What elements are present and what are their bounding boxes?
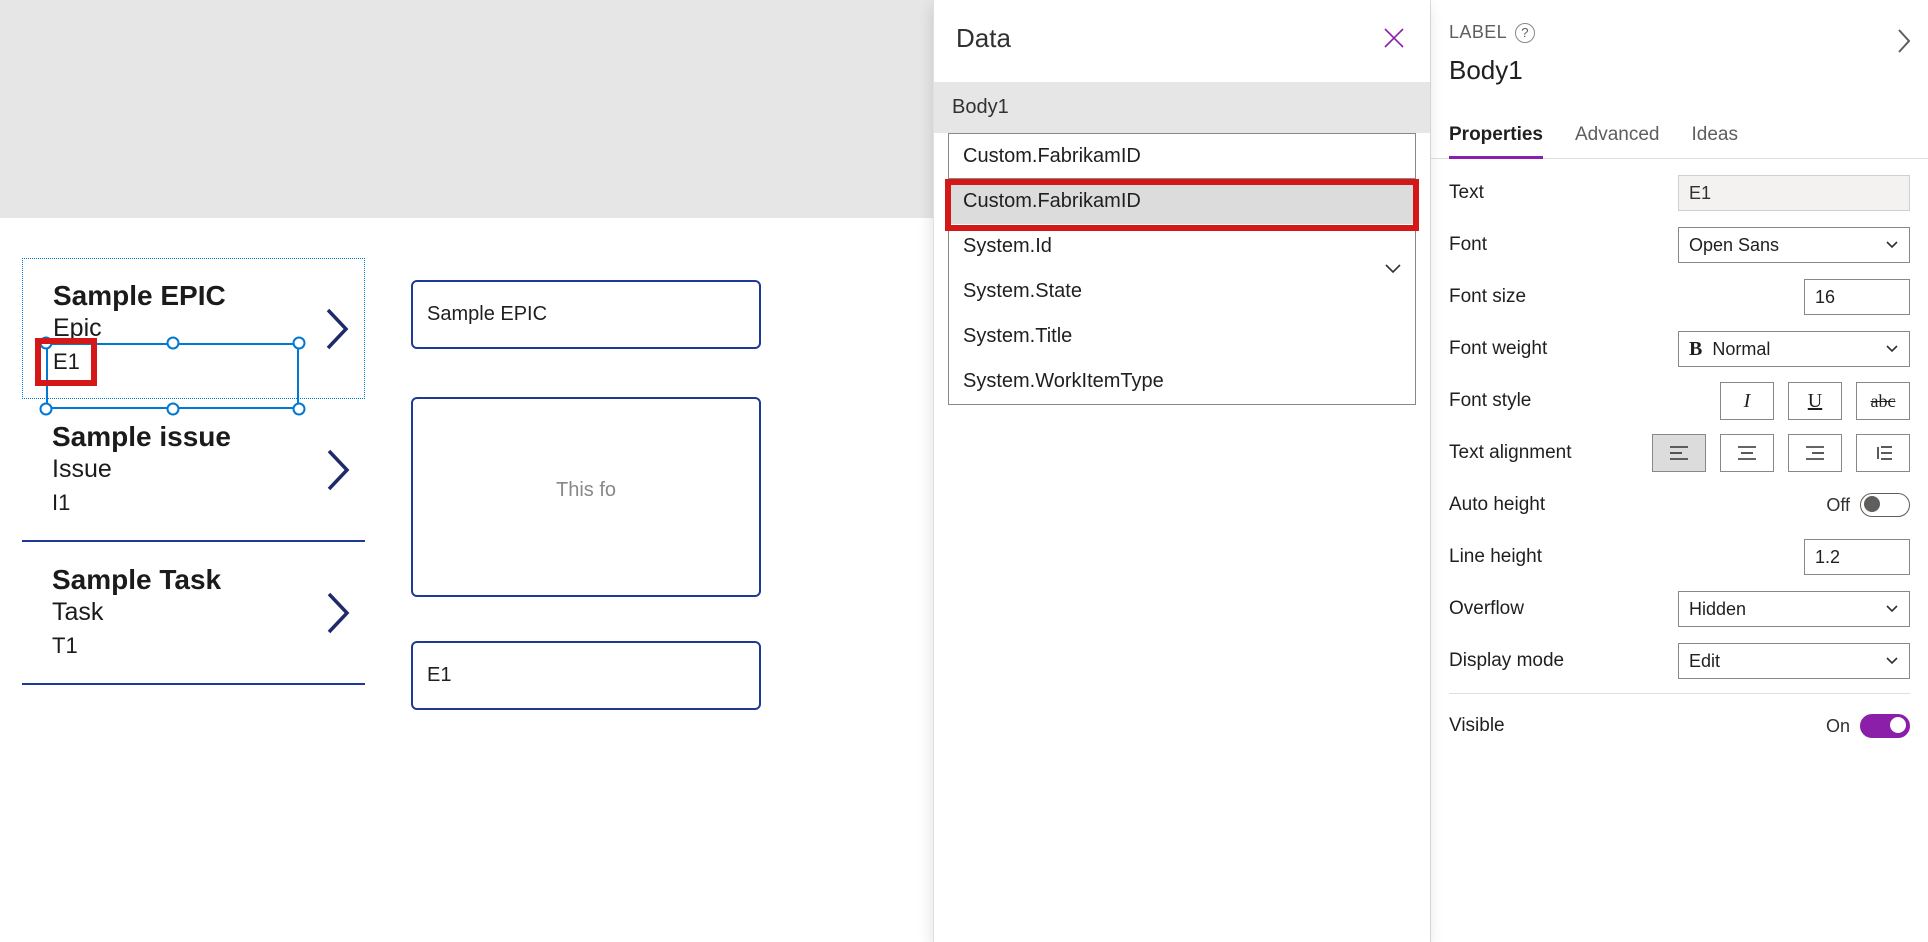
- fontweight-select[interactable]: B Normal: [1678, 331, 1910, 367]
- card-body: I1: [52, 490, 351, 516]
- control-name: Body1: [1449, 55, 1910, 86]
- align-right-button[interactable]: [1788, 434, 1842, 472]
- close-icon[interactable]: [1378, 22, 1410, 54]
- prop-label-autoheight: Auto height: [1449, 494, 1545, 516]
- list-item[interactable]: Sample issue Issue I1: [22, 399, 365, 542]
- help-icon[interactable]: ?: [1515, 23, 1535, 43]
- chevron-right-icon[interactable]: [1896, 28, 1912, 54]
- fontsize-input[interactable]: 16: [1804, 279, 1910, 315]
- chevron-down-icon: [1384, 263, 1402, 275]
- prop-label-fontsize: Font size: [1449, 286, 1526, 308]
- canvas: Sample EPIC Epic E1 Sample issue Issue I…: [0, 0, 933, 942]
- card-subtitle: Issue: [52, 455, 351, 484]
- selection-outline: [46, 343, 299, 409]
- canvas-topbar: [0, 0, 933, 218]
- detail-placeholder-card[interactable]: This fo: [411, 397, 761, 597]
- tab-advanced[interactable]: Advanced: [1575, 114, 1660, 158]
- prop-label-overflow: Overflow: [1449, 598, 1524, 620]
- chevron-down-icon: [1885, 656, 1899, 666]
- prop-label-lineheight: Line height: [1449, 546, 1542, 568]
- lineheight-input[interactable]: 1.2: [1804, 539, 1910, 575]
- strikethrough-button[interactable]: abc: [1856, 382, 1910, 420]
- card-title: Sample Task: [52, 564, 351, 596]
- control-type-label: LABEL: [1449, 22, 1507, 43]
- prop-label-fontweight: Font weight: [1449, 338, 1547, 360]
- prop-label-visible: Visible: [1449, 715, 1505, 737]
- italic-button[interactable]: I: [1720, 382, 1774, 420]
- combo-dropdown: Custom.FabrikamID System.Id System.State…: [948, 179, 1416, 405]
- font-select[interactable]: Open Sans: [1678, 227, 1910, 263]
- overflow-select[interactable]: Hidden: [1678, 591, 1910, 627]
- combo-option[interactable]: System.WorkItemType: [949, 359, 1415, 404]
- toggle-label: Off: [1826, 495, 1850, 516]
- tab-properties[interactable]: Properties: [1449, 114, 1543, 158]
- properties-panel: LABEL ? Body1 Properties Advanced Ideas …: [1430, 0, 1928, 942]
- card-body: T1: [52, 633, 351, 659]
- gallery-list: Sample EPIC Epic E1 Sample issue Issue I…: [22, 258, 365, 685]
- align-left-button[interactable]: [1652, 434, 1706, 472]
- data-target-label: Body1: [934, 82, 1430, 133]
- combo-option[interactable]: System.Title: [949, 314, 1415, 359]
- tab-ideas[interactable]: Ideas: [1692, 114, 1738, 158]
- chevron-right-icon[interactable]: [325, 449, 351, 491]
- detail-body: E1: [427, 664, 451, 686]
- detail-column: Sample EPIC This fo E1: [411, 280, 761, 758]
- detail-title-card[interactable]: Sample EPIC: [411, 280, 761, 349]
- chevron-down-icon: [1885, 240, 1899, 250]
- chevron-right-icon[interactable]: [325, 592, 351, 634]
- data-panel-title: Data: [956, 23, 1011, 54]
- prop-label-text: Text: [1449, 182, 1484, 204]
- combo-option[interactable]: System.Id: [949, 224, 1415, 269]
- align-justify-button[interactable]: [1856, 434, 1910, 472]
- prop-label-font: Font: [1449, 234, 1487, 256]
- data-panel: Data Body1 Custom.FabrikamID Custom.Fabr…: [933, 0, 1430, 942]
- bold-icon: B: [1689, 338, 1702, 360]
- list-item[interactable]: Sample Task Task T1: [22, 542, 365, 685]
- autoheight-toggle[interactable]: [1860, 493, 1910, 517]
- field-combobox[interactable]: Custom.FabrikamID Custom.FabrikamID Syst…: [948, 133, 1416, 405]
- detail-title: Sample EPIC: [427, 303, 547, 325]
- toggle-label: On: [1826, 716, 1850, 737]
- align-center-button[interactable]: [1720, 434, 1774, 472]
- properties-tabs: Properties Advanced Ideas: [1431, 114, 1928, 159]
- visible-toggle[interactable]: [1860, 714, 1910, 738]
- combo-option[interactable]: System.State: [949, 269, 1415, 314]
- combo-selected-value: Custom.FabrikamID: [963, 145, 1141, 168]
- combo-option[interactable]: Custom.FabrikamID: [949, 179, 1415, 224]
- text-input[interactable]: E1: [1678, 175, 1910, 211]
- chevron-down-icon: [1885, 604, 1899, 614]
- prop-label-fontstyle: Font style: [1449, 390, 1531, 412]
- prop-label-textalign: Text alignment: [1449, 442, 1572, 464]
- card-subtitle: Task: [52, 598, 351, 627]
- card-title: Sample issue: [52, 421, 351, 453]
- chevron-down-icon: [1885, 344, 1899, 354]
- prop-label-displaymode: Display mode: [1449, 650, 1564, 672]
- underline-button[interactable]: U: [1788, 382, 1842, 420]
- detail-placeholder: This fo: [427, 479, 745, 502]
- card-title: Sample EPIC: [53, 280, 350, 312]
- chevron-right-icon[interactable]: [324, 308, 350, 350]
- detail-body-card[interactable]: E1: [411, 641, 761, 710]
- card-subtitle: Epic: [53, 314, 350, 343]
- displaymode-select[interactable]: Edit: [1678, 643, 1910, 679]
